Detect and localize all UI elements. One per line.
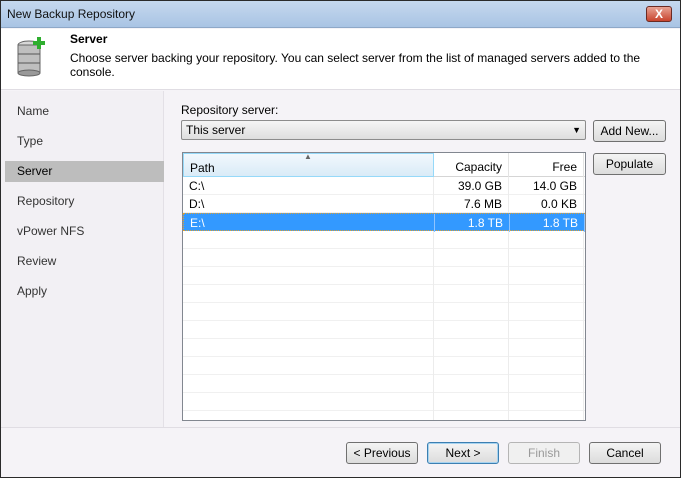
empty-cell [434,339,509,357]
next-button[interactable]: Next > [427,442,499,464]
volumes-table: ▲ Path Capacity Free C:\ 39.0 GB 14.0 GB … [182,152,586,421]
empty-cell [434,231,509,249]
column-free[interactable]: Free [509,153,584,177]
empty-cell [434,393,509,411]
step-description: Choose server backing your repository. Y… [70,51,641,79]
empty-row [183,267,585,285]
repository-server-label: Repository server: [181,103,279,117]
empty-cell [509,393,584,411]
empty-cell [183,375,434,393]
database-add-icon [17,37,45,77]
cell-path: E:\ [184,214,435,232]
empty-cell [434,303,509,321]
previous-button[interactable]: < Previous [346,442,418,464]
empty-cell [509,249,584,267]
empty-cell [183,267,434,285]
empty-row [183,321,585,339]
cell-free: 0.0 KB [509,195,584,213]
cell-path: D:\ [183,195,434,213]
cell-capacity: 7.6 MB [434,195,509,213]
step-repository[interactable]: Repository [5,191,164,212]
empty-cell [434,285,509,303]
empty-row [183,303,585,321]
chevron-down-icon: ▼ [572,125,581,135]
empty-cell [434,267,509,285]
cell-capacity: 39.0 GB [434,177,509,195]
empty-row [183,393,585,411]
empty-cell [183,339,434,357]
step-vpower-nfs[interactable]: vPower NFS [5,221,164,242]
cell-free: 1.8 TB [510,214,585,232]
cancel-button[interactable]: Cancel [589,442,661,464]
empty-row [183,231,585,249]
empty-row [183,249,585,267]
empty-cell [509,411,584,420]
sort-ascending-icon: ▲ [304,152,312,161]
empty-cell [434,411,509,420]
step-title: Server [70,32,108,46]
column-capacity[interactable]: Capacity [434,153,509,177]
empty-cell [183,249,434,267]
empty-cell [183,357,434,375]
window-title: New Backup Repository [7,7,136,21]
empty-cell [509,357,584,375]
repository-server-value: This server [186,123,246,137]
title-bar: New Backup Repository X [1,1,680,28]
empty-cell [434,249,509,267]
table-row-selected[interactable]: E:\ 1.8 TB 1.8 TB [183,213,585,232]
empty-cell [183,231,434,249]
empty-cell [183,393,434,411]
step-review[interactable]: Review [5,251,164,272]
cell-capacity: 1.8 TB [435,214,510,232]
empty-cell [434,357,509,375]
empty-row [183,411,585,420]
column-path[interactable]: ▲ Path [183,153,434,177]
empty-cell [509,321,584,339]
empty-row [183,375,585,393]
repository-server-select[interactable]: This server ▼ [181,120,586,140]
table-header: ▲ Path Capacity Free [183,153,585,177]
empty-cell [509,303,584,321]
step-apply[interactable]: Apply [5,281,164,302]
populate-button[interactable]: Populate [593,153,666,175]
close-button[interactable]: X [646,6,672,22]
empty-cell [434,375,509,393]
empty-cell [183,303,434,321]
empty-cell [183,411,434,420]
empty-cell [509,339,584,357]
cell-path: C:\ [183,177,434,195]
empty-row [183,285,585,303]
finish-button[interactable]: Finish [508,442,580,464]
step-server[interactable]: Server [5,161,164,182]
add-new-button[interactable]: Add New... [593,120,666,142]
wizard-footer: < Previous Next > Finish Cancel [1,427,680,477]
empty-cell [509,375,584,393]
column-path-label: Path [190,161,215,175]
empty-cell [183,321,434,339]
step-name[interactable]: Name [5,101,164,122]
empty-cell [509,267,584,285]
empty-row [183,357,585,375]
empty-cell [509,285,584,303]
wizard-steps: Name Type Server Repository vPower NFS R… [1,91,164,427]
table-row[interactable]: D:\ 7.6 MB 0.0 KB [183,195,585,213]
cell-free: 14.0 GB [509,177,584,195]
empty-cell [183,285,434,303]
empty-cell [509,231,584,249]
new-backup-repository-window: New Backup Repository X Server Choose se… [0,0,681,478]
step-type[interactable]: Type [5,131,164,152]
empty-row [183,339,585,357]
empty-cell [434,321,509,339]
wizard-header: Server Choose server backing your reposi… [1,29,680,90]
table-row[interactable]: C:\ 39.0 GB 14.0 GB [183,177,585,195]
